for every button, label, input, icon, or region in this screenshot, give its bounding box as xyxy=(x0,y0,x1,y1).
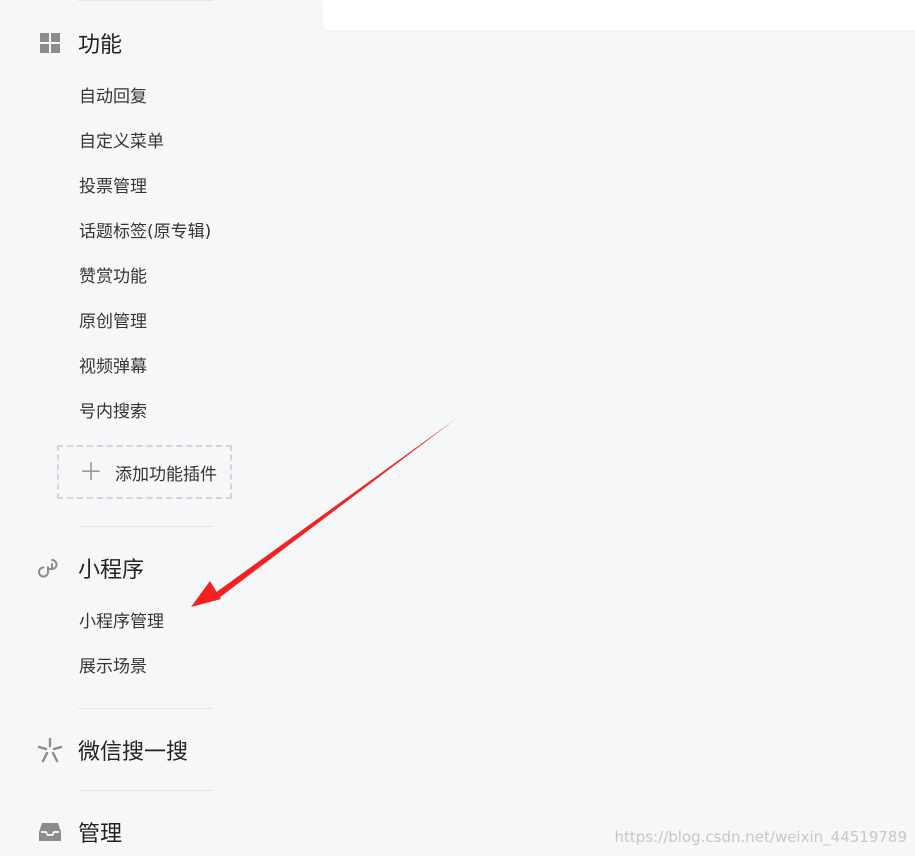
arrow-head xyxy=(191,581,221,607)
menu-item-video-danmaku[interactable]: 视频弹幕 xyxy=(79,356,147,378)
link-icon xyxy=(36,554,64,582)
section-features: 功能 xyxy=(36,27,122,59)
annotation-arrow xyxy=(191,418,457,607)
section-management: 管理 xyxy=(36,816,122,848)
menu-item-original-management[interactable]: 原创管理 xyxy=(79,311,147,333)
divider-mini-program xyxy=(78,708,213,709)
menu-item-display-scenes[interactable]: 展示场景 xyxy=(79,656,147,678)
watermark: https://blog.csdn.net/weixin_44519789 xyxy=(614,828,907,846)
grid-icon xyxy=(36,29,64,57)
section-title-wechat-search: 微信搜一搜 xyxy=(78,740,189,765)
divider-features xyxy=(78,526,213,527)
sparkle-icon xyxy=(36,736,64,764)
divider-top xyxy=(78,0,213,1)
menu-item-custom-menu[interactable]: 自定义菜单 xyxy=(79,131,164,153)
divider-wechat-search xyxy=(78,790,213,791)
section-mini-program: 小程序 xyxy=(36,552,144,584)
menu-item-reward[interactable]: 赞赏功能 xyxy=(79,266,147,288)
content-card xyxy=(323,0,915,30)
menu-item-topic-tags[interactable]: 话题标签(原专辑) xyxy=(79,221,211,243)
menu-item-vote-management[interactable]: 投票管理 xyxy=(79,176,147,198)
add-plugin-label: 添加功能插件 xyxy=(115,464,217,485)
arrow-shaft xyxy=(211,418,457,601)
page: 功能 自动回复 自定义菜单 投票管理 话题标签(原专辑) 赞赏功能 原创管理 视… xyxy=(0,0,915,856)
section-title-management: 管理 xyxy=(78,822,123,847)
plus-icon: ＋ xyxy=(79,458,103,486)
menu-item-in-account-search[interactable]: 号内搜索 xyxy=(79,401,147,423)
menu-item-auto-reply[interactable]: 自动回复 xyxy=(79,86,147,108)
section-wechat-search[interactable]: 微信搜一搜 xyxy=(36,734,188,766)
menu-item-mini-program-management[interactable]: 小程序管理 xyxy=(79,611,164,633)
inbox-icon xyxy=(36,818,64,846)
section-title-features: 功能 xyxy=(78,33,123,58)
add-plugin-button[interactable]: ＋ 添加功能插件 xyxy=(57,445,232,499)
section-title-mini-program: 小程序 xyxy=(78,558,145,583)
